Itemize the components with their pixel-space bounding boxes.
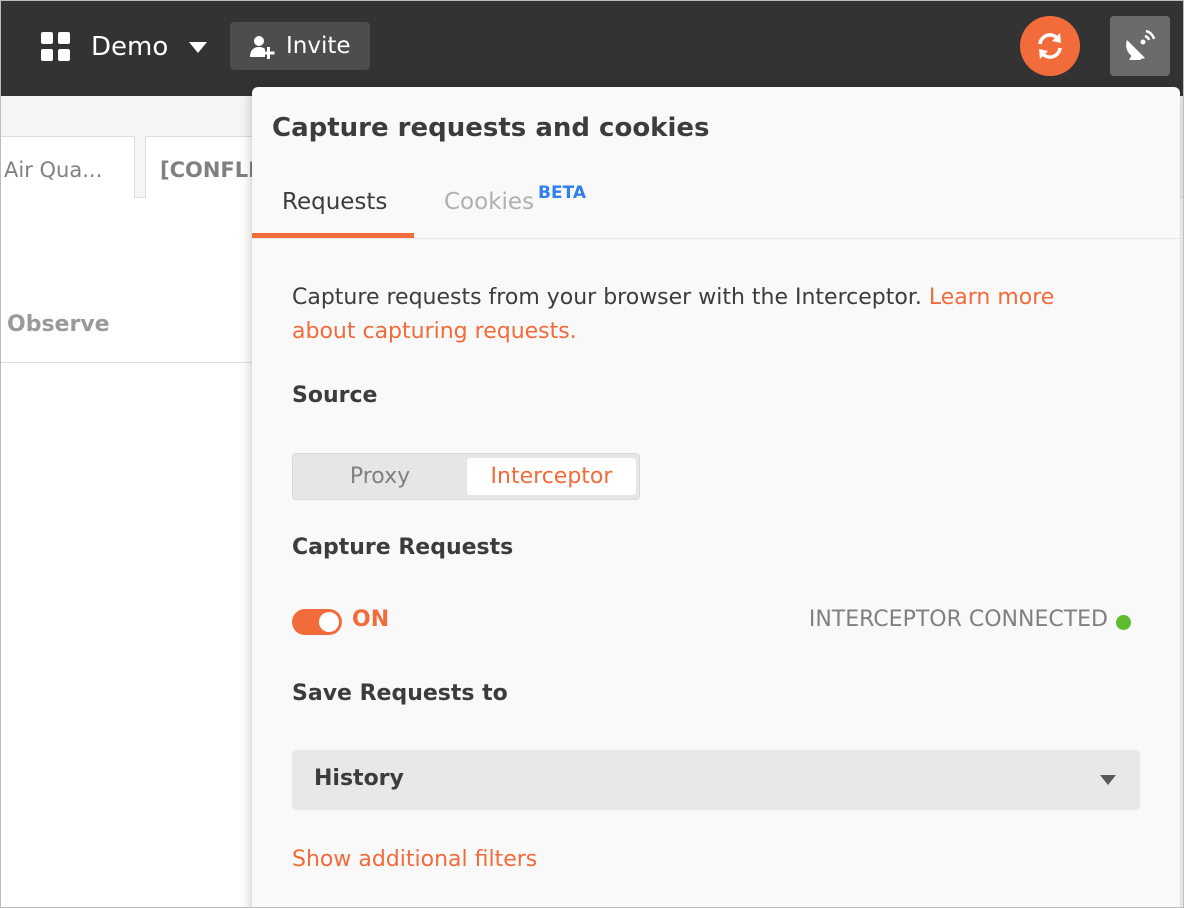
top-bar: Demo Invite [1,1,1183,96]
app-window: Demo Invite Air Qua... [CONFLIC Observe … [0,0,1184,908]
description: Capture requests from your browser with … [292,281,1112,349]
divider [1,362,261,363]
column-header: Observe [7,312,110,337]
active-tab-indicator [252,233,414,238]
source-option-interceptor[interactable]: Interceptor [467,458,636,495]
capture-requests-button[interactable] [1110,16,1170,76]
beta-badge: BETA [538,183,587,203]
invite-button[interactable]: Invite [230,22,370,70]
status-indicator-dot [1116,615,1131,630]
save-requests-label: Save Requests to [292,681,508,706]
connection-status: INTERCEPTOR CONNECTED [808,607,1108,632]
source-label: Source [292,383,378,408]
capture-requests-label: Capture Requests [292,535,514,560]
sync-button[interactable] [1020,16,1080,76]
chevron-down-icon [1100,775,1116,785]
popover-tabs: Requests Cookies [252,177,1180,239]
save-requests-select[interactable]: History [292,750,1140,810]
tab-cookies[interactable]: Cookies [444,189,534,215]
sync-icon [1038,33,1062,59]
tab-requests[interactable]: Requests [282,189,387,215]
capture-toggle[interactable] [292,609,342,635]
description-text: Capture requests from your browser with … [292,285,922,310]
popover-title: Capture requests and cookies [272,113,710,143]
toggle-knob [319,612,339,632]
capture-popover: Capture requests and cookies Requests Co… [252,87,1180,907]
invite-label: Invite [286,33,351,59]
source-option-proxy[interactable]: Proxy [293,454,467,499]
request-tab[interactable]: Air Qua... [1,136,135,198]
toggle-state-label: ON [352,607,390,632]
add-user-icon [250,36,275,59]
workspace-grid-icon[interactable] [41,32,70,61]
satellite-dish-icon [1126,29,1156,60]
save-requests-value: History [314,766,404,791]
chevron-down-icon[interactable] [189,42,207,53]
show-filters-link[interactable]: Show additional filters [292,847,537,872]
workspace-name[interactable]: Demo [91,29,168,65]
source-segmented-control: Proxy Interceptor [292,453,640,500]
